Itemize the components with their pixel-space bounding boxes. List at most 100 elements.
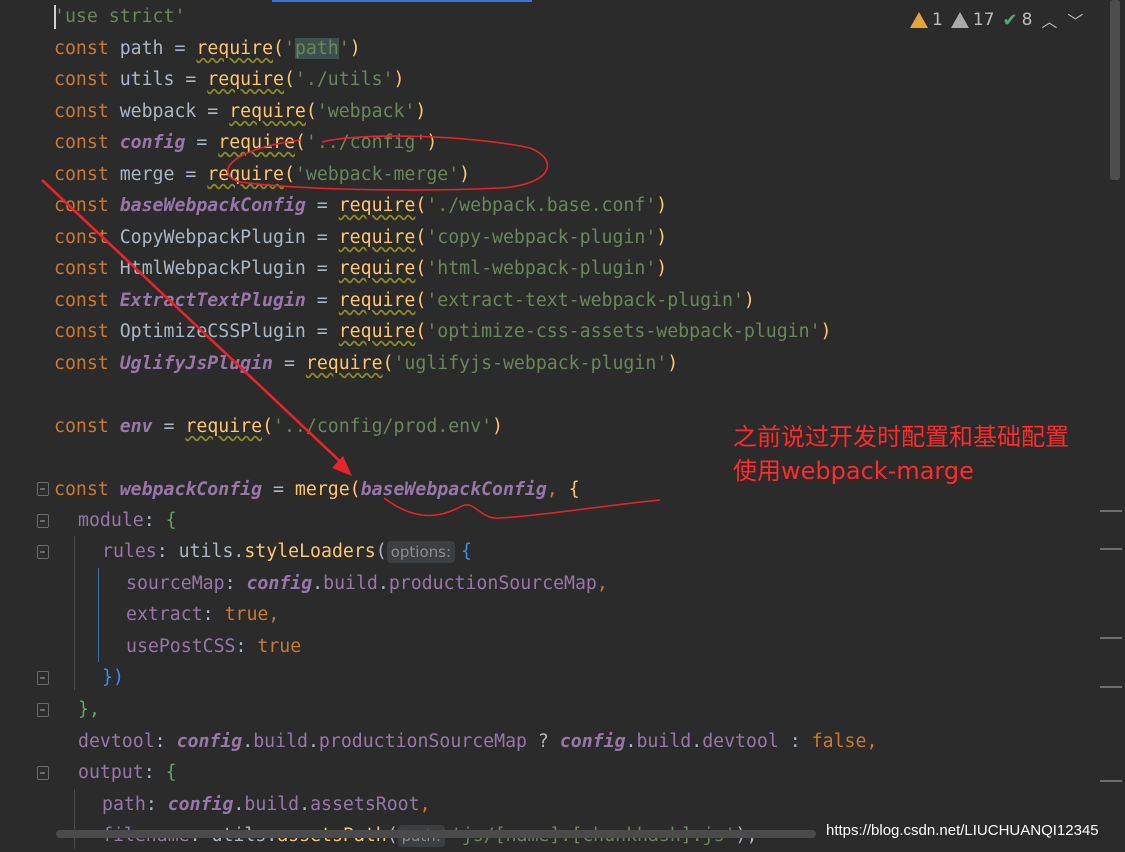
code-line-5[interactable]: const config = require('../config') xyxy=(54,127,437,158)
comma: , xyxy=(596,573,608,594)
code-line-8[interactable]: const CopyWebpackPlugin = require('copy-… xyxy=(54,222,667,253)
operator: = xyxy=(174,164,208,185)
code-line-11[interactable]: const OptimizeCSSPlugin = require('optim… xyxy=(54,316,831,347)
annotation-line-2: 使用webpack-marge xyxy=(733,457,974,485)
colon: : xyxy=(202,604,225,625)
paren: ) xyxy=(349,38,361,59)
code-line-9[interactable]: const HtmlWebpackPlugin = require('html-… xyxy=(54,253,667,284)
warning-count-label: 17 xyxy=(972,10,995,30)
brace: { xyxy=(165,762,177,783)
chevron-up-icon[interactable]: ︿ xyxy=(1040,8,1058,32)
code-line-14[interactable]: const env = require('../config/prod.env'… xyxy=(54,411,503,442)
paren: ( xyxy=(415,195,427,216)
code-editor[interactable]: 1 17 ✔ 8 ︿ ﹀ 'use strict' const path = r… xyxy=(0,0,1125,852)
fold-marker-icon[interactable] xyxy=(37,482,49,496)
operator: = xyxy=(305,227,339,248)
code-line-20[interactable]: extract: true, xyxy=(126,599,279,630)
fold-marker-icon[interactable] xyxy=(37,545,49,559)
code-line-10[interactable]: const ExtractTextPlugin = require('extra… xyxy=(54,285,755,316)
operator: = xyxy=(262,479,295,500)
code-line-19[interactable]: sourceMap: config.build.productionSource… xyxy=(126,568,608,599)
fold-marker-icon[interactable] xyxy=(37,671,49,685)
function-name: require xyxy=(305,353,383,374)
code-line-26[interactable]: path: config.build.assetsRoot, xyxy=(102,789,431,820)
inspection-widget[interactable]: 1 17 ✔ 8 ︿ ﹀ xyxy=(910,6,1084,34)
function-name: styleLoaders xyxy=(244,541,376,562)
boolean: true xyxy=(224,604,269,625)
brace: { xyxy=(165,510,177,531)
vertical-scrollbar[interactable] xyxy=(1110,0,1120,180)
identifier: HtmlWebpackPlugin xyxy=(119,258,306,279)
function-name: require xyxy=(338,195,416,216)
paren: ) xyxy=(667,353,679,374)
identifier: ExtractTextPlugin xyxy=(119,290,306,311)
string-literal: 'optimize-css-assets-webpack-plugin' xyxy=(426,321,821,342)
operator: : xyxy=(778,731,812,752)
comma: , xyxy=(866,731,878,752)
code-line-25[interactable]: output: { xyxy=(78,757,177,788)
dot: . xyxy=(233,541,245,562)
property: build xyxy=(323,573,378,594)
fold-marker-icon[interactable] xyxy=(37,703,49,717)
operator: = xyxy=(305,321,339,342)
fold-marker-icon[interactable] xyxy=(37,766,49,780)
identifier: utils xyxy=(178,541,234,562)
code-line-24[interactable]: devtool: config.build.productionSourceMa… xyxy=(78,726,877,757)
colon: : xyxy=(154,731,177,752)
comma: , xyxy=(268,604,280,625)
warning-count[interactable]: 17 xyxy=(950,10,995,30)
paren: ( xyxy=(415,290,427,311)
dot: . xyxy=(312,573,324,594)
code-line-23[interactable]: }, xyxy=(78,694,100,725)
string-literal: path xyxy=(294,38,339,59)
property-key: path xyxy=(102,794,146,815)
dot: . xyxy=(242,731,254,752)
scroll-marker xyxy=(1100,637,1122,639)
identifier: webpackConfig xyxy=(119,479,263,500)
function-name: require xyxy=(207,69,284,90)
horizontal-scrollbar[interactable] xyxy=(56,830,816,838)
code-line-12[interactable]: const UglifyJsPlugin = require('uglifyjs… xyxy=(54,348,678,379)
keyword: const xyxy=(54,164,120,185)
operator: = xyxy=(305,258,339,279)
code-line-3[interactable]: const utils = require('./utils') xyxy=(54,64,404,95)
boolean: true xyxy=(257,636,302,657)
weak-warning-count[interactable]: ✔ 8 xyxy=(1002,10,1032,31)
identifier: OptimizeCSSPlugin xyxy=(119,321,306,342)
code-line-2[interactable]: const path = require('path') xyxy=(54,33,361,64)
paren: ( xyxy=(375,541,387,562)
paren: ( xyxy=(415,227,427,248)
paren: ) xyxy=(820,321,832,342)
identifier: env xyxy=(119,416,153,437)
code-line-6[interactable]: const merge = require('webpack-merge') xyxy=(54,159,470,190)
keyword: const xyxy=(54,321,120,342)
code-line-22[interactable]: }) xyxy=(102,662,124,693)
warning-icon xyxy=(950,12,969,28)
paren: ( xyxy=(273,38,284,59)
string-literal: '../config' xyxy=(305,132,427,153)
code-line-16[interactable]: const webpackConfig = merge(baseWebpackC… xyxy=(54,474,580,505)
string-literal: './utils' xyxy=(294,69,394,90)
function-name: require xyxy=(196,38,274,59)
error-count[interactable]: 1 xyxy=(910,10,943,30)
code-line-4[interactable]: const webpack = require('webpack') xyxy=(54,96,426,127)
paren: ) xyxy=(393,69,405,90)
fold-marker-icon[interactable] xyxy=(37,514,49,528)
colon: : xyxy=(235,636,258,657)
scroll-marker xyxy=(1100,510,1122,512)
chevron-down-icon[interactable]: ﹀ xyxy=(1066,8,1084,32)
quote: ' xyxy=(338,38,350,59)
keyword: const xyxy=(54,38,120,59)
code-line-21[interactable]: usePostCSS: true xyxy=(126,631,301,662)
weak-warning-count-label: 8 xyxy=(1021,10,1033,30)
code-line-1[interactable]: 'use strict' xyxy=(54,1,185,32)
function-name: require xyxy=(338,258,416,279)
property-key: devtool xyxy=(78,731,155,752)
scroll-marker xyxy=(1100,548,1122,550)
code-line-18[interactable]: rules: utils.styleLoaders(options:{ xyxy=(102,536,472,567)
property-key: usePostCSS xyxy=(126,636,236,657)
operator: = xyxy=(163,38,197,59)
code-line-7[interactable]: const baseWebpackConfig = require('./web… xyxy=(54,190,667,221)
keyword: const xyxy=(54,290,120,311)
code-line-17[interactable]: module: { xyxy=(78,505,177,536)
